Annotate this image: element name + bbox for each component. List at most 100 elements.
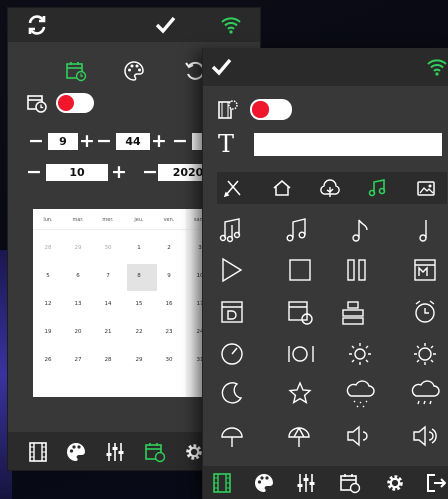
exit-icon[interactable] — [426, 473, 446, 493]
calendar-day[interactable]: 5 — [36, 273, 60, 279]
quarter-note-icon[interactable] — [419, 220, 427, 242]
toggle-knob — [252, 101, 269, 118]
calendar-day[interactable]: 7 — [96, 273, 120, 279]
minutes-plus-button[interactable]: + — [151, 132, 167, 151]
calendar-month-icon[interactable] — [414, 259, 436, 281]
calendar-day[interactable]: 14 — [96, 301, 120, 307]
stop-icon[interactable] — [289, 259, 311, 281]
calendar-day[interactable]: 20 — [66, 329, 90, 335]
text-input[interactable] — [254, 133, 442, 156]
check-icon[interactable] — [154, 14, 176, 36]
toggle-knob — [58, 95, 74, 111]
alarm-clock-icon[interactable] — [415, 300, 435, 323]
seconds-minus-button[interactable]: − — [172, 132, 188, 151]
bottom-toolbar — [203, 466, 448, 499]
calendar-clock-icon[interactable] — [288, 301, 313, 325]
dinner-icon[interactable] — [288, 346, 314, 362]
day-plus-button[interactable]: + — [111, 163, 127, 182]
enable-toggle[interactable] — [250, 99, 292, 120]
gear-icon[interactable] — [184, 442, 204, 462]
calendar-day[interactable]: 29 — [66, 245, 90, 251]
calendar-day[interactable]: 19 — [36, 329, 60, 335]
snow-cloud-icon[interactable] — [346, 380, 375, 408]
calendar-day[interactable]: 1 — [127, 245, 151, 251]
palette-icon[interactable] — [123, 60, 145, 82]
weekday-header: lun. — [43, 217, 53, 223]
calendar-day[interactable]: 21 — [96, 329, 120, 335]
day-field[interactable]: 10 — [46, 164, 108, 181]
calendar-day[interactable]: 28 — [36, 245, 60, 251]
wifi-icon — [221, 17, 241, 34]
gear-icon[interactable] — [385, 473, 405, 493]
calendar-day[interactable]: 30 — [157, 357, 181, 363]
calendar-clock-icon[interactable] — [65, 60, 87, 82]
calendar-day[interactable]: 23 — [157, 329, 181, 335]
calendar-day[interactable]: 13 — [66, 301, 90, 307]
calendar-day-selected[interactable]: 8 — [127, 273, 151, 279]
music-icon[interactable] — [367, 178, 387, 198]
notes-icon[interactable] — [219, 218, 241, 243]
category-tabs — [217, 172, 447, 204]
speaker-low-icon[interactable] — [347, 425, 368, 447]
tree-icon[interactable] — [320, 178, 340, 198]
hours-field[interactable]: 9 — [48, 133, 78, 150]
timer-calendar-icon — [27, 95, 47, 113]
calendar-day[interactable]: 26 — [36, 357, 60, 363]
speaker-high-icon[interactable] — [413, 425, 437, 447]
calendar-clock-icon[interactable] — [339, 472, 361, 494]
gauge-icon[interactable] — [221, 343, 243, 365]
calendar-day[interactable]: 27 — [66, 357, 90, 363]
calendar-day[interactable]: 16 — [157, 301, 181, 307]
calendar-day-icon[interactable] — [221, 301, 243, 323]
weekday-header: mar. — [72, 217, 84, 223]
header-divider — [33, 229, 221, 230]
calendar-day[interactable]: 15 — [127, 301, 151, 307]
moon-icon[interactable] — [221, 382, 243, 404]
minutes-field[interactable]: 44 — [116, 133, 150, 150]
hours-plus-button[interactable]: + — [79, 132, 95, 151]
calendar-day[interactable]: 6 — [66, 273, 90, 279]
eighth-note-icon[interactable] — [352, 219, 368, 242]
check-icon[interactable] — [210, 56, 232, 78]
pause-icon[interactable] — [347, 259, 366, 281]
umbrella-icon[interactable] — [221, 427, 243, 447]
top-bar — [203, 48, 448, 86]
hours-minus-button[interactable]: − — [28, 132, 44, 151]
weekday-header: mer. — [102, 217, 114, 223]
sun-outline-icon[interactable] — [349, 343, 371, 365]
day-minus-button[interactable]: − — [26, 163, 42, 182]
palette-icon[interactable] — [254, 473, 274, 493]
stacked-boxes-icon[interactable] — [342, 301, 364, 325]
film-icon[interactable] — [28, 442, 48, 462]
calendar-day[interactable]: 29 — [127, 357, 151, 363]
music-note-icon[interactable] — [286, 218, 306, 242]
calendar-day[interactable]: 2 — [157, 245, 181, 251]
star-icon[interactable] — [288, 381, 312, 404]
text-icon: T — [218, 130, 235, 158]
beach-umbrella-icon[interactable] — [288, 426, 310, 447]
brush-icon[interactable] — [223, 178, 243, 198]
home-icon[interactable] — [272, 178, 292, 198]
calendar-day[interactable]: 22 — [127, 329, 151, 335]
calendar-day[interactable]: 28 — [96, 357, 120, 363]
calendar-day[interactable]: 30 — [96, 245, 120, 251]
calendar-clock-icon[interactable] — [144, 441, 166, 463]
year-minus-button[interactable]: − — [142, 163, 158, 182]
sun-icon[interactable] — [414, 343, 436, 365]
palette-icon[interactable] — [66, 442, 86, 462]
calendar-day[interactable]: 12 — [36, 301, 60, 307]
calendar-day[interactable]: 9 — [157, 273, 181, 279]
sliders-icon[interactable] — [105, 442, 125, 462]
wifi-icon — [427, 59, 447, 76]
picture-icon[interactable] — [416, 178, 436, 198]
refresh-icon[interactable] — [26, 14, 48, 36]
play-icon[interactable] — [222, 257, 243, 283]
sliders-icon[interactable] — [296, 473, 316, 493]
calendar-grid: lun. mar. mer. jeu. ven. sam. 28 29 30 1 2 3 5 6 7 8 9 10… — [33, 209, 221, 397]
enable-toggle[interactable] — [56, 93, 94, 113]
icon-grid — [219, 218, 440, 447]
weekday-header: ven. — [163, 217, 175, 223]
rain-cloud-icon[interactable] — [411, 380, 440, 405]
film-icon[interactable] — [212, 473, 232, 493]
minutes-minus-button[interactable]: − — [96, 132, 112, 151]
